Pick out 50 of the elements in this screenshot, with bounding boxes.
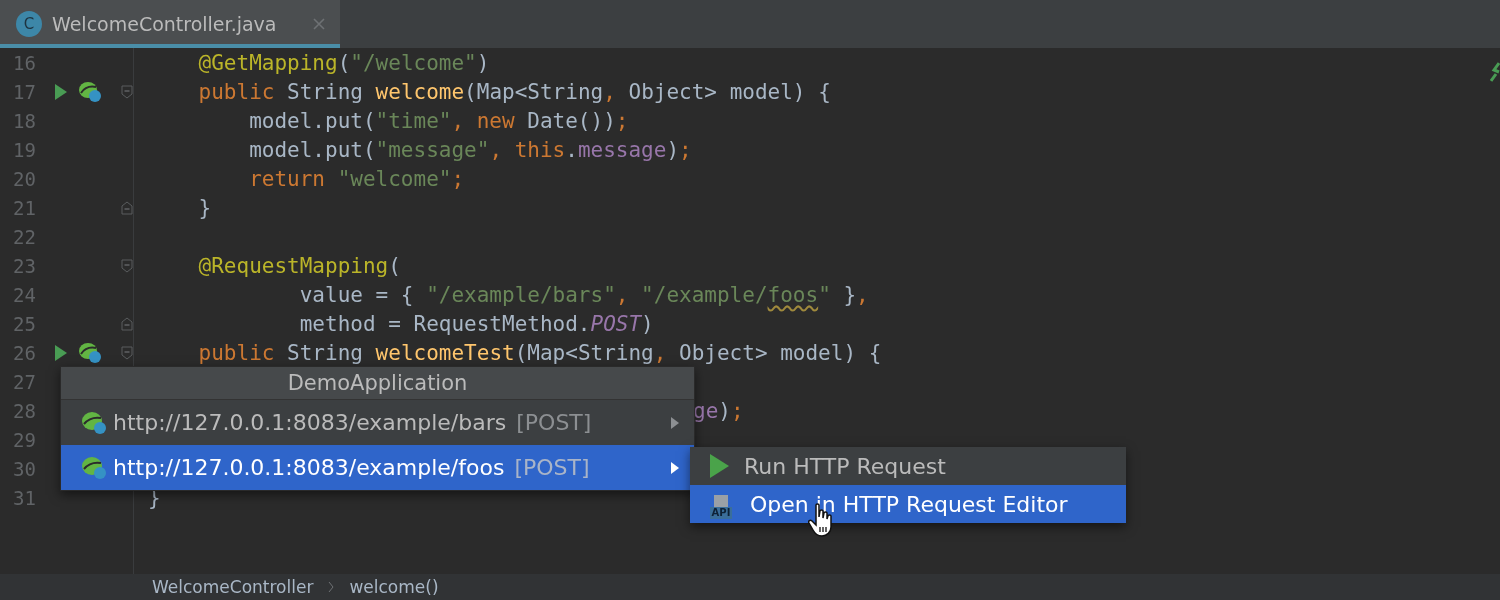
- fold-icon[interactable]: [121, 84, 133, 99]
- fold-icon[interactable]: [121, 258, 133, 273]
- code-line: @RequestMapping(: [197, 253, 401, 278]
- fold-icon[interactable]: [121, 345, 133, 360]
- line-number: 21: [12, 196, 36, 219]
- line-number: 18: [12, 109, 36, 132]
- submenu-arrow-icon: [670, 460, 680, 475]
- bean-globe-icon[interactable]: [78, 341, 102, 364]
- bean-globe-icon: [81, 455, 107, 480]
- bean-globe-icon: [81, 410, 107, 435]
- line-number: 23: [12, 254, 36, 277]
- code-line: return "welcome";: [248, 166, 465, 191]
- line-number: 22: [12, 225, 36, 248]
- line-number: 20: [12, 167, 36, 190]
- fold-icon[interactable]: [121, 200, 133, 215]
- breadcrumb-item[interactable]: welcome(): [349, 576, 439, 598]
- class-icon: C: [16, 11, 42, 37]
- code-line: @GetMapping("/welcome"): [197, 50, 490, 75]
- line-number: 31: [12, 486, 36, 509]
- line-number: 30: [12, 457, 36, 480]
- code-line: public String welcomeTest(Map<String, Object> model) {: [197, 340, 882, 365]
- line-number: 29: [12, 428, 36, 451]
- code-line: method = RequestMethod.POST): [298, 311, 654, 336]
- code-line: }: [197, 195, 212, 220]
- bean-globe-icon[interactable]: [78, 80, 102, 103]
- line-number: 27: [12, 370, 36, 393]
- line-number: 25: [12, 312, 36, 335]
- line-number: 28: [12, 399, 36, 422]
- run-icon: [708, 453, 730, 479]
- line-number: 17: [12, 80, 36, 103]
- fold-icon[interactable]: [121, 316, 133, 331]
- line-number: 24: [12, 283, 36, 306]
- code-line: model.put("time", new Date());: [248, 108, 629, 133]
- run-icon[interactable]: [54, 343, 68, 362]
- line-number: 19: [12, 138, 36, 161]
- breadcrumb-item[interactable]: WelcomeController: [152, 576, 314, 598]
- editor-tab[interactable]: C WelcomeController.java: [0, 0, 340, 48]
- endpoint-item[interactable]: http://127.0.0.1:8083/example/bars [POST]: [61, 400, 694, 445]
- code-line: public String welcome(Map<String, Object> model) {: [197, 79, 831, 104]
- line-number: 26: [12, 341, 36, 364]
- close-icon[interactable]: [312, 17, 326, 31]
- submenu-arrow-icon: [670, 415, 680, 430]
- code-line: ge);: [693, 398, 744, 423]
- popup-title: DemoApplication: [61, 367, 694, 400]
- code-line: value = { "/example/bars", "/example/foos" },: [298, 282, 869, 307]
- run-icon[interactable]: [54, 82, 68, 101]
- line-number: 16: [12, 51, 36, 74]
- chevron-icon: [327, 581, 336, 593]
- code-line: model.put("message", this.message);: [248, 137, 692, 162]
- endpoint-item[interactable]: http://127.0.0.1:8083/example/foos [POST]: [61, 445, 694, 490]
